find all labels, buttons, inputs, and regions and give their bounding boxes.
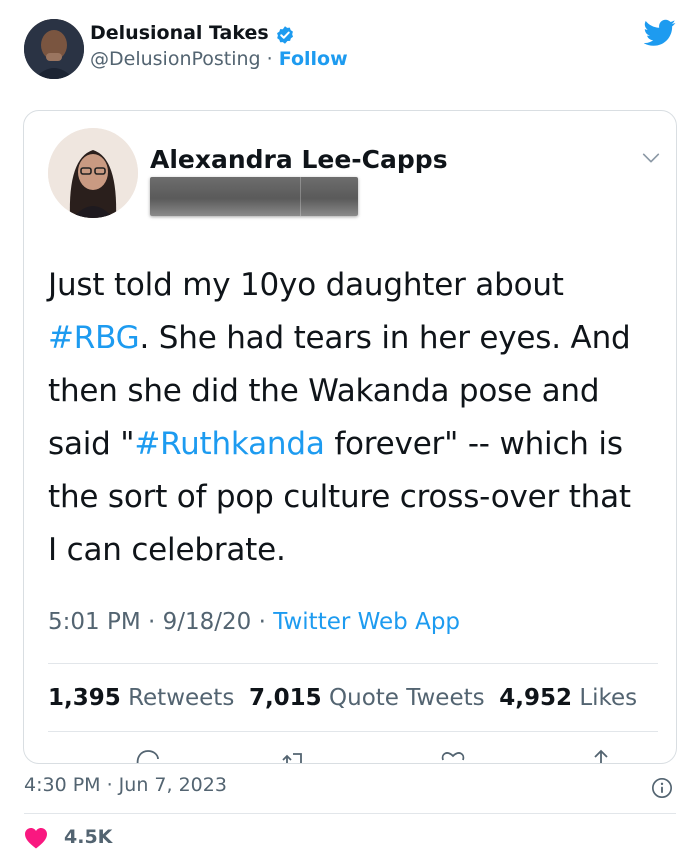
separator-dot: · [258,609,266,635]
quoted-tweet-actions [48,748,658,764]
twitter-bird-icon[interactable] [644,19,676,47]
author-handle-row: @DelusionPosting · Follow [90,48,348,70]
quoted-author-avatar[interactable] [48,128,138,218]
tweet-text-segment: said " [48,426,135,462]
quoted-tweet-meta: 5:01 PM · 9/18/20 · Twitter Web App [48,609,460,635]
like-count[interactable]: 4,952 [499,685,572,711]
quoted-avatar-image [48,128,138,218]
author-handle[interactable]: @DelusionPosting [90,48,261,70]
quoted-source-app[interactable]: Twitter Web App [273,609,460,635]
quoted-tweet-text: Just told my 10yo daughter about #RBG. Sh… [48,259,658,577]
heart-icon[interactable] [24,827,48,849]
author-name[interactable]: Delusional Takes [90,22,269,44]
quote-tweet-label[interactable]: Quote Tweets [329,685,485,711]
like-label[interactable]: Likes [579,685,637,711]
divider [48,663,658,664]
chevron-down-icon[interactable] [640,147,662,169]
retweet-label[interactable]: Retweets [128,685,234,711]
hashtag-link[interactable]: #Ruthkanda [134,426,325,462]
hashtag-link[interactable]: #RBG [48,320,140,356]
tweet-text-segment: . She had tears in her eyes. And [139,320,631,356]
tweet-text-segment: I can celebrate. [48,532,286,568]
quote-tweet-count[interactable]: 7,015 [249,685,322,711]
follow-button[interactable]: Follow [279,48,348,70]
separator-dot: · [266,48,273,70]
tweet-text-segment: then she did the Wakanda pose and [48,373,600,409]
quoted-tweet-card[interactable]: Alexandra Lee-Capps Just told my 10yo da… [23,110,677,764]
tweet-text-segment: Just told my 10yo daughter about [48,267,564,303]
like-icon[interactable] [440,748,466,764]
quoted-author-name[interactable]: Alexandra Lee-Capps [150,145,448,174]
redacted-handle [150,177,358,216]
quoted-tweet-stats: 1,395 Retweets 7,015 Quote Tweets 4,952 … [48,685,637,711]
tweet-text-line: then she did the Wakanda pose and [48,365,658,418]
tweet-text-segment: the sort of pop culture cross-over that [48,479,631,515]
retweet-count[interactable]: 1,395 [48,685,121,711]
separator-dot: · [148,609,156,635]
quoted-date[interactable]: 9/18/20 [163,609,252,635]
like-count-outer[interactable]: 4.5K [64,826,112,848]
info-icon[interactable] [651,777,673,799]
quoted-time[interactable]: 5:01 PM [48,609,141,635]
verified-badge-icon [277,26,293,44]
avatar-image [24,19,84,79]
reply-icon[interactable] [134,748,160,764]
tweet-text-line: #RBG. She had tears in her eyes. And [48,312,658,365]
tweet-text-line: the sort of pop culture cross-over that [48,471,658,524]
retweet-icon[interactable] [281,748,307,764]
tweet-text-segment: forever" -- which is [324,426,623,462]
tweet-text-line: Just told my 10yo daughter about [48,259,658,312]
share-icon[interactable] [588,748,614,764]
tweet-text-line: I can celebrate. [48,524,658,577]
divider [48,731,658,732]
tweet-text-line: said "#Ruthkanda forever" -- which is [48,418,658,471]
author-avatar[interactable] [24,19,84,79]
divider [24,813,676,814]
tweet-timestamp[interactable]: 4:30 PM · Jun 7, 2023 [24,774,227,796]
